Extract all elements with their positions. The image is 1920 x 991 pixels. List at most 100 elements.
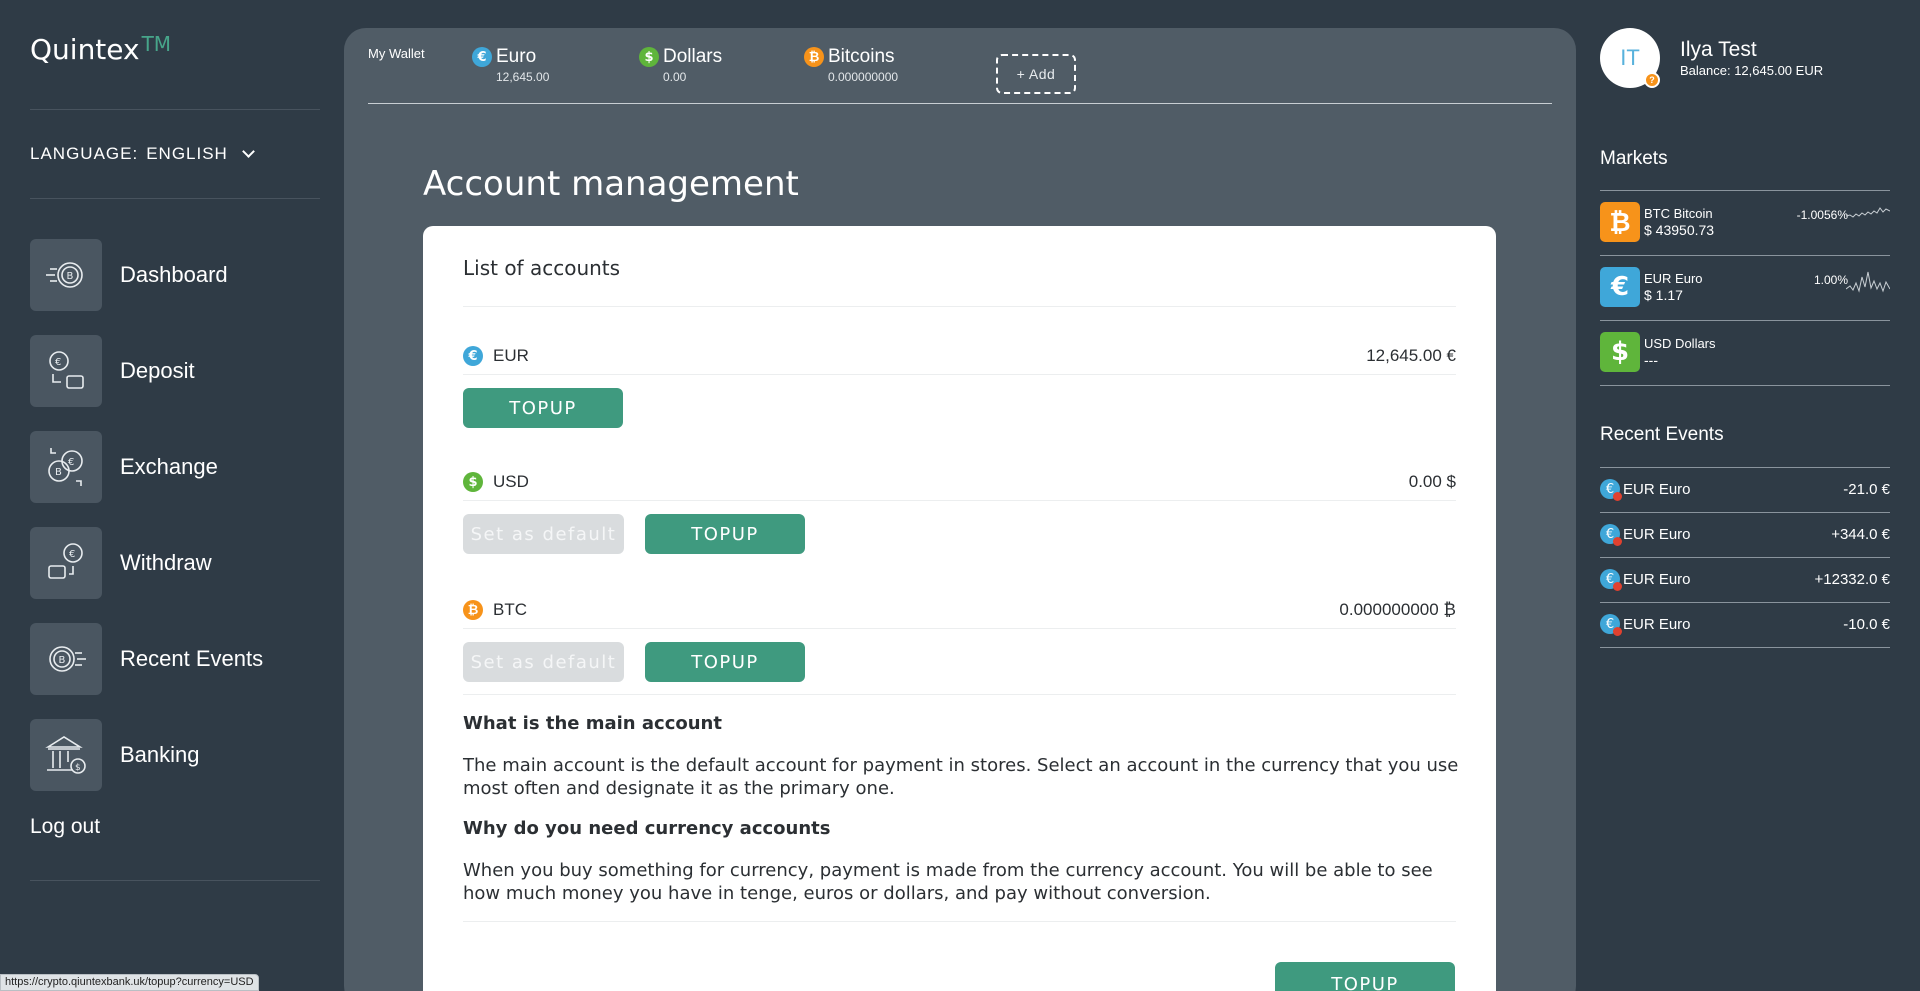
events-divider (1600, 647, 1890, 648)
event-amount: -10.0 € (1843, 615, 1890, 633)
market-item-eur[interactable]: € EUR Euro $ 1.17 1.00% (1600, 267, 1890, 311)
wallet-item-amount: 0.00 (663, 70, 687, 84)
market-sparkline (1846, 271, 1890, 293)
market-name: BTC Bitcoin (1644, 206, 1713, 221)
wallet-item-dollars[interactable]: $ Dollars 0.00 (639, 46, 722, 84)
logout-link[interactable]: Log out (30, 815, 100, 839)
wallet-item-name: Bitcoins (828, 46, 895, 67)
nav-recent-events-label: Recent Events (120, 646, 264, 671)
set-default-usd-button[interactable]: Set as default (463, 514, 624, 554)
chevron-down-icon (241, 145, 255, 158)
wallet-item-euro[interactable]: € Euro 12,645.00 (472, 46, 549, 84)
nav-recent-events[interactable]: B Recent Events (30, 623, 263, 695)
alert-dot-icon (1613, 582, 1622, 591)
svg-text:B: B (59, 655, 66, 666)
account-row-eur: € EUR 12,645.00 € (463, 341, 1456, 371)
deposit-wallet-icon: € (30, 335, 102, 407)
sidebar-divider (30, 109, 320, 110)
app-logo[interactable]: Quintex TM (30, 32, 171, 66)
market-change: 1.00% (1813, 273, 1848, 287)
page-title: Account management (423, 164, 799, 204)
market-sparkline (1846, 207, 1890, 218)
euro-event-icon: € (1600, 479, 1622, 501)
euro-coin-icon: € (463, 346, 483, 366)
currency-accounts-heading: Why do you need currency accounts (463, 818, 831, 839)
svg-text:B: B (67, 271, 74, 282)
topup-bottom-button[interactable]: TOPUP (1275, 962, 1455, 991)
account-row-usd: $ USD 0.00 $ (463, 467, 1456, 497)
nav-withdraw[interactable]: € Withdraw (30, 527, 212, 599)
market-item-btc[interactable]: ₿ BTC Bitcoin $ 43950.73 -1.0056% (1600, 202, 1890, 246)
event-name: EUR Euro (1623, 480, 1691, 498)
market-price: $ 1.17 (1644, 287, 1683, 303)
sidebar-divider (30, 198, 320, 199)
market-item-usd[interactable]: $ USD Dollars --- (1600, 332, 1890, 376)
sidebar: Quintex TM LANGUAGE: ENGLISH B Dashboard … (30, 0, 320, 991)
language-value: ENGLISH (146, 144, 228, 163)
nav-deposit-label: Deposit (120, 358, 195, 383)
market-name: EUR Euro (1644, 271, 1703, 286)
event-amount: -21.0 € (1843, 480, 1890, 498)
euro-event-icon: € (1600, 569, 1622, 591)
wallet-item-name: Euro (496, 46, 537, 67)
dashboard-coin-icon: B (30, 239, 102, 311)
nav-exchange[interactable]: B € Exchange (30, 431, 218, 503)
language-selector[interactable]: LANGUAGE: ENGLISH (30, 144, 255, 164)
svg-text:€: € (55, 357, 61, 368)
bitcoin-coin-icon: ₿ (804, 47, 824, 67)
alert-dot-icon (1613, 627, 1622, 636)
euro-event-icon: € (1600, 614, 1622, 636)
market-price: $ 43950.73 (1644, 222, 1715, 238)
main-panel: My Wallet € Euro 12,645.00 $ Dollars 0.0… (344, 28, 1576, 991)
markets-divider (1600, 190, 1890, 191)
events-divider (1600, 557, 1890, 558)
dollar-icon: $ (1600, 332, 1640, 372)
topup-btc-button[interactable]: TOPUP (645, 642, 805, 682)
bitcoin-icon: ₿ (1600, 202, 1640, 242)
account-code: EUR (493, 346, 529, 365)
wallet-item-amount: 0.000000000 (828, 70, 899, 84)
account-row-btc: ₿ BTC 0.000000000 ₿ (463, 595, 1456, 625)
wallet-title: My Wallet (368, 46, 425, 61)
svg-text:€: € (69, 549, 75, 560)
market-change: -1.0056% (1796, 208, 1848, 222)
status-bar-url: https://crypto.qiuntexbank.uk/topup?curr… (0, 974, 259, 991)
user-balance: Balance: 12,645.00 EUR (1680, 63, 1824, 78)
nav-deposit[interactable]: € Deposit (30, 335, 195, 407)
nav-withdraw-label: Withdraw (120, 550, 212, 575)
row-divider (463, 374, 1456, 375)
row-divider (463, 500, 1456, 501)
market-price: --- (1644, 352, 1658, 368)
nav-banking-label: Banking (120, 742, 200, 767)
bank-icon: $ (30, 719, 102, 791)
nav-dashboard-label: Dashboard (120, 262, 228, 287)
markets-title: Markets (1600, 148, 1668, 169)
event-item[interactable]: € EUR Euro -10.0 € (1600, 612, 1890, 636)
events-divider (1600, 467, 1890, 468)
alert-dot-icon (1613, 537, 1622, 546)
markets-divider (1600, 320, 1890, 321)
topup-usd-button[interactable]: TOPUP (645, 514, 805, 554)
svg-text:€: € (68, 457, 74, 468)
event-item[interactable]: € EUR Euro +344.0 € (1600, 522, 1890, 546)
nav-exchange-label: Exchange (120, 454, 218, 479)
row-divider (463, 306, 1456, 307)
nav-dashboard[interactable]: B Dashboard (30, 239, 228, 311)
event-amount: +344.0 € (1831, 525, 1890, 543)
sidebar-divider (30, 880, 320, 881)
event-item[interactable]: € EUR Euro +12332.0 € (1600, 567, 1890, 591)
wallet-item-amount: 12,645.00 (496, 70, 550, 84)
wallet-item-name: Dollars (663, 46, 723, 67)
set-default-btc-button[interactable]: Set as default (463, 642, 624, 682)
add-wallet-button[interactable]: + Add (996, 54, 1076, 94)
account-code: USD (493, 472, 529, 491)
app-logo-tm: TM (141, 32, 172, 56)
topup-eur-button[interactable]: TOPUP (463, 388, 623, 428)
withdraw-wallet-icon: € (30, 527, 102, 599)
nav-banking[interactable]: $ Banking (30, 719, 200, 791)
event-name: EUR Euro (1623, 615, 1691, 633)
wallet-item-bitcoins[interactable]: ₿ Bitcoins 0.000000000 (804, 46, 898, 84)
main-account-heading: What is the main account (463, 713, 722, 734)
recent-events-coin-icon: B (30, 623, 102, 695)
event-item[interactable]: € EUR Euro -21.0 € (1600, 477, 1890, 501)
